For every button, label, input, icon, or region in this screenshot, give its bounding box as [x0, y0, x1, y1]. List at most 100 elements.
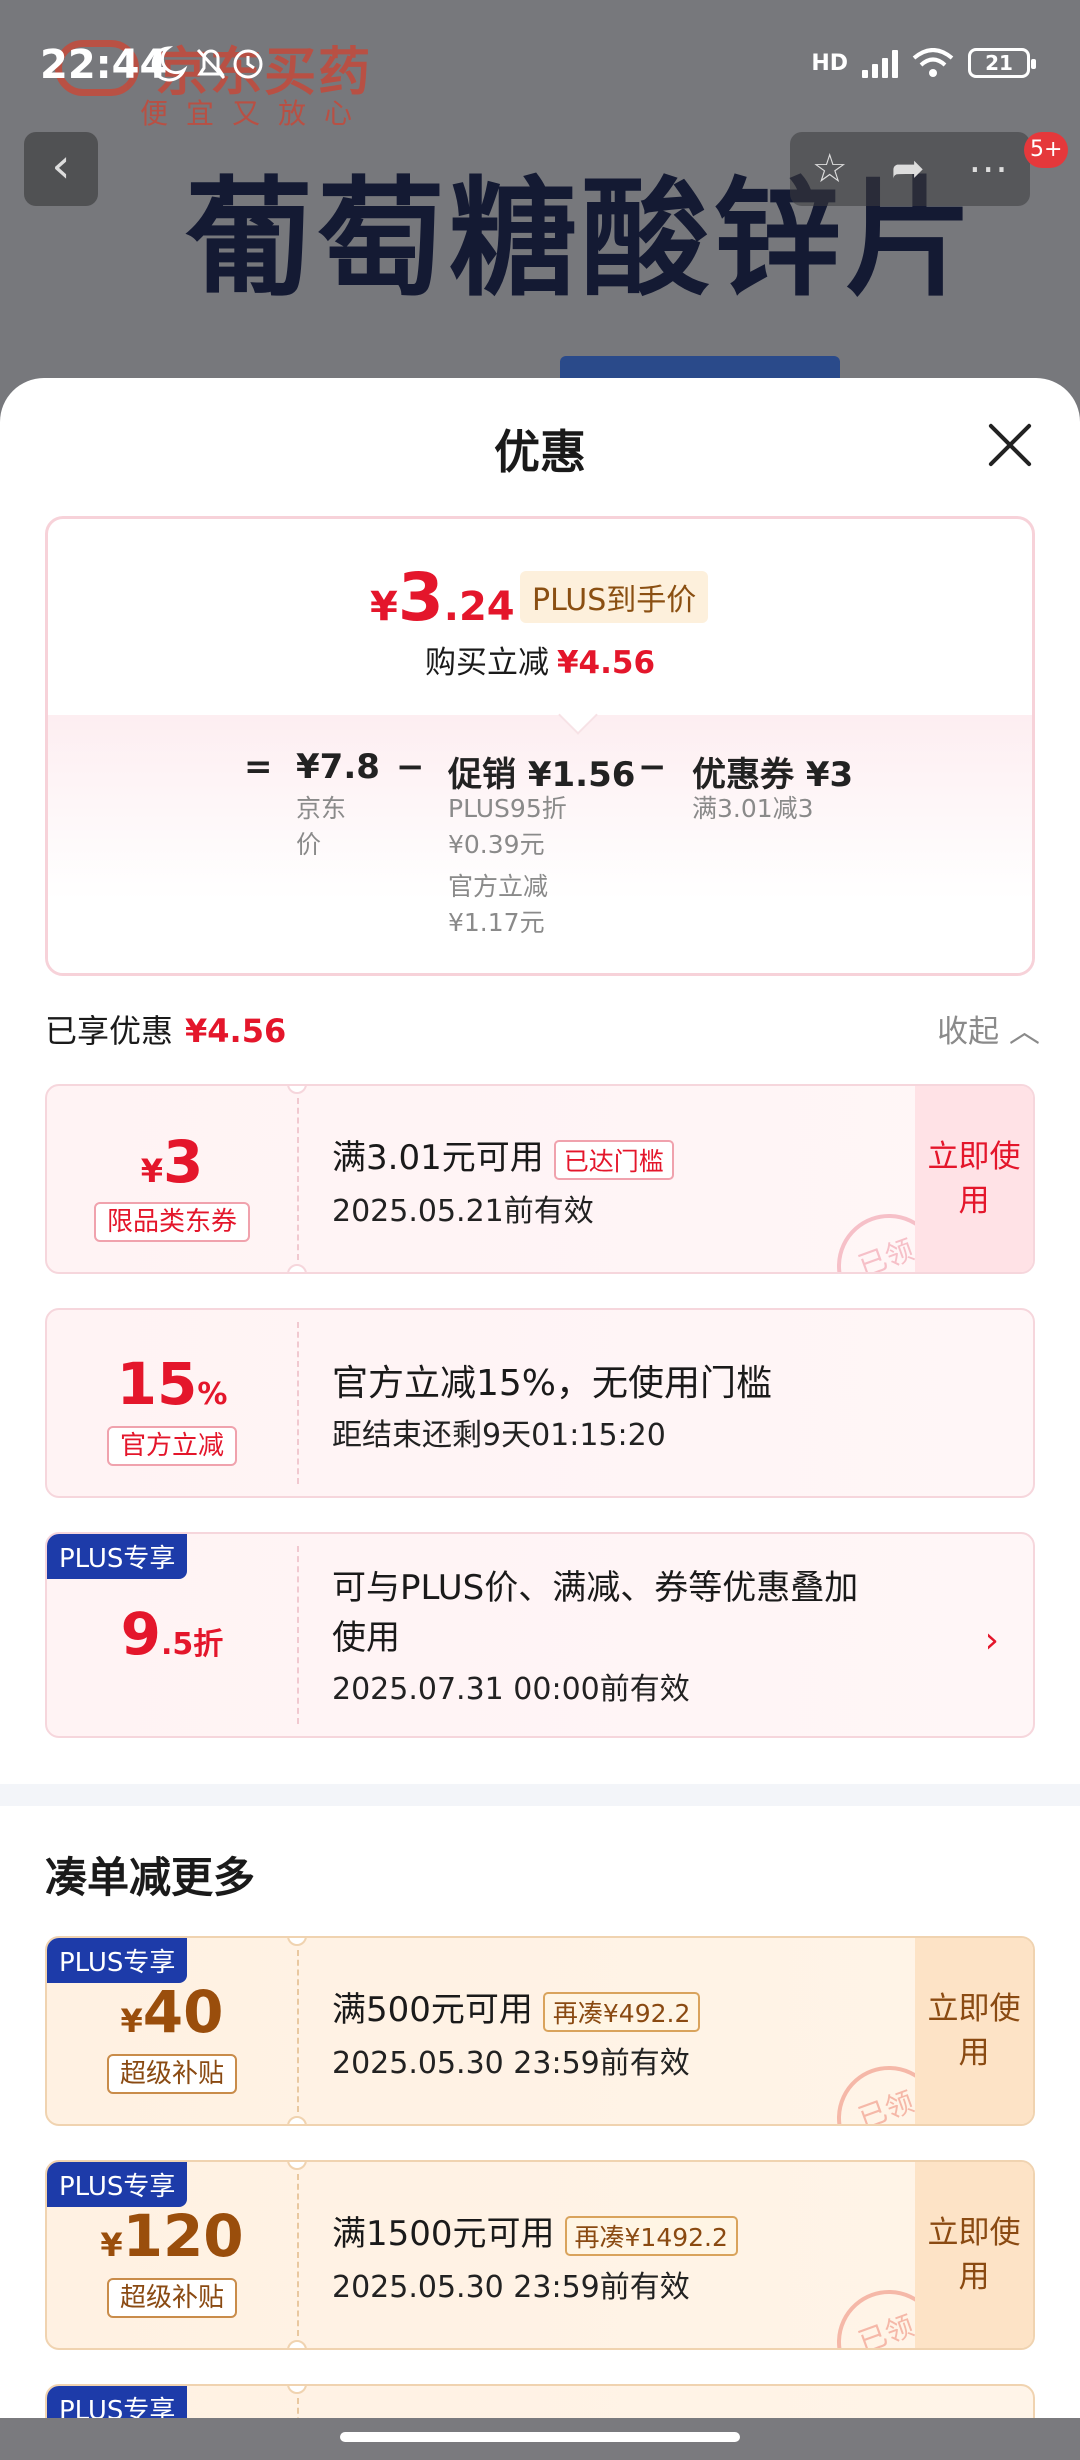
- discount-countdown: 距结束还剩9天01:15:20: [332, 1418, 666, 1453]
- share-icon[interactable]: ➦: [891, 146, 925, 192]
- threshold-badge: 已达门槛: [553, 1139, 674, 1180]
- wifi-icon: [912, 48, 954, 77]
- plus-description-line2: 使用: [332, 1618, 400, 1658]
- base-price-label-1: 京东: [296, 794, 347, 823]
- promo-detail-2: ¥0.39元: [448, 830, 545, 859]
- coupon-type-tag: 限品类东券: [94, 1202, 250, 1242]
- plus-discount-unit: .5折: [161, 1627, 224, 1662]
- coupon-type-tag: 超级补贴: [107, 2278, 237, 2318]
- price-breakdown-card: ¥3.24 PLUS到手价 购买立减 ¥4.56 = ¥7.8 京东 价 − 促销…: [45, 516, 1035, 976]
- coupon-condition-text: 满500元可用: [332, 1990, 533, 2030]
- coupon-card-official: 15% 官方立减 官方立减15%，无使用门槛 距结束还剩9天01:15:20: [45, 1308, 1035, 1498]
- add-more-badge: 再凑¥492.2: [542, 1991, 701, 2032]
- coupon-notch: [287, 2386, 307, 2394]
- collapse-button[interactable]: 收起 ︿: [937, 1006, 1040, 1051]
- coupon-divider: [297, 1322, 299, 1484]
- coupon-condition: 满1500元可用 再凑¥1492.2: [332, 2206, 738, 2256]
- enjoyed-discount: 已享优惠 ¥4.56: [45, 1006, 286, 1052]
- price-currency: ¥: [370, 584, 398, 630]
- subsidy-coupon-120[interactable]: PLUS专享 ¥120 超级补贴 满1500元可用 再凑¥1492.2 2025.…: [45, 2160, 1035, 2350]
- use-now-button[interactable]: 立即使用: [915, 2162, 1033, 2348]
- plus-discount-card[interactable]: PLUS专享 9.5折 可与PLUS价、满减、券等优惠叠加 使用 2025.07…: [45, 1532, 1035, 1738]
- coupon-notch: [287, 1938, 307, 1946]
- reduction-label: 购买立减: [424, 645, 549, 681]
- price-integer: 3: [397, 559, 444, 636]
- coupon-amount-value: 3: [162, 1128, 204, 1196]
- home-indicator[interactable]: [340, 2432, 740, 2442]
- more-icon[interactable]: ⋯: [968, 146, 1008, 192]
- coupon-currency: ¥: [100, 2226, 123, 2264]
- collapse-label: 收起: [937, 1014, 1000, 1050]
- final-price: ¥3.24: [370, 559, 515, 636]
- price-decimal: .24: [443, 584, 515, 630]
- coupon-amount: 优惠券 ¥3: [692, 755, 854, 795]
- coupon-validity: 2025.05.21前有效: [332, 1194, 594, 1229]
- status-right-group: HD 21: [811, 48, 1036, 78]
- minus-sign: −: [396, 747, 425, 787]
- status-time: 22:44: [40, 42, 168, 88]
- plus-discount-number: 9: [120, 1600, 162, 1668]
- discount-unit: %: [197, 1377, 228, 1412]
- coupon-value: ¥120: [47, 2202, 297, 2270]
- coupon-notch: [287, 2340, 307, 2348]
- coupon-currency: ¥: [140, 1152, 163, 1190]
- signal-icon: [862, 48, 898, 78]
- plus-exclusive-badge: PLUS专享: [47, 1534, 188, 1579]
- plus-exclusive-badge: PLUS专享: [47, 1938, 188, 1983]
- minus-sign-2: −: [638, 747, 667, 787]
- nav-action-group: ☆ ➦ ⋯: [790, 132, 1030, 206]
- coupon-detail: 满3.01减3: [692, 794, 814, 823]
- chevron-right-icon[interactable]: ›: [985, 1620, 999, 1661]
- plus-discount-value: 9.5折: [47, 1600, 297, 1668]
- use-now-button[interactable]: 立即使用: [915, 1086, 1033, 1272]
- back-button[interactable]: ‹: [24, 132, 98, 206]
- message-badge: 5+: [1024, 132, 1069, 168]
- use-now-button[interactable]: 立即使用: [915, 1938, 1033, 2124]
- coupon-card-jd[interactable]: ¥3 限品类东券 满3.01元可用 已达门槛 2025.05.21前有效 已领 立…: [45, 1084, 1035, 1274]
- star-icon[interactable]: ☆: [812, 146, 848, 192]
- enjoyed-amount: ¥4.56: [185, 1012, 287, 1050]
- coupon-condition-text: 满1500元可用: [332, 2214, 555, 2254]
- status-notification-icons: [150, 44, 270, 93]
- promo-detail-4: ¥1.17元: [448, 908, 545, 937]
- discount-number: 15: [116, 1350, 198, 1418]
- coupon-validity: 2025.05.30 23:59前有效: [332, 2046, 690, 2081]
- coupon-amount-value: 40: [142, 1978, 224, 2046]
- discount-description: 官方立减15%，无使用门槛: [332, 1363, 773, 1404]
- coupon-condition-text: 满3.01元可用: [332, 1138, 544, 1178]
- discount-type-tag: 官方立减: [107, 1426, 237, 1466]
- moon-icon: [151, 46, 263, 82]
- chevron-up-icon: ︿: [1009, 1014, 1040, 1050]
- coupon-notch: [287, 1086, 307, 1094]
- sheet-title: 优惠: [494, 425, 586, 479]
- base-price-label-2: 价: [296, 830, 322, 859]
- network-type: HD: [811, 50, 848, 76]
- subsidy-coupon-40[interactable]: PLUS专享 ¥40 超级补贴 满500元可用 再凑¥492.2 2025.05.…: [45, 1936, 1035, 2126]
- section-separator: [0, 1784, 1080, 1806]
- section-title: 凑单减更多: [45, 1853, 256, 1902]
- equals-sign: =: [244, 747, 273, 787]
- discount-sheet: 优惠 ¥3.24 PLUS到手价 购买立减 ¥4.56 = ¥7.8 京东 价 −…: [0, 378, 1080, 2424]
- coupon-condition: 满500元可用 再凑¥492.2: [332, 1982, 701, 2032]
- coupon-notch: [287, 2116, 307, 2124]
- coupon-validity: 2025.05.30 23:59前有效: [332, 2270, 690, 2305]
- coupon-divider: [297, 1950, 299, 2112]
- close-icon[interactable]: [986, 420, 1034, 468]
- discount-value: 15%: [47, 1350, 297, 1418]
- coupon-divider: [297, 1546, 299, 1724]
- plus-exclusive-badge: PLUS专享: [47, 2162, 188, 2207]
- reduction-amount: ¥4.56: [556, 645, 656, 681]
- coupon-notch: [287, 1264, 307, 1272]
- coupon-currency: ¥: [120, 2002, 143, 2040]
- back-icon: ‹: [51, 138, 71, 194]
- promo-amount: 促销 ¥1.56: [448, 755, 636, 795]
- status-bar: 22:44 HD 21: [0, 0, 1080, 130]
- plus-description-line1: 可与PLUS价、满减、券等优惠叠加: [332, 1568, 859, 1608]
- battery-icon: 21: [968, 48, 1036, 78]
- plus-price-tag: PLUS到手价: [520, 571, 709, 623]
- plus-validity: 2025.07.31 00:00前有效: [332, 1672, 690, 1707]
- coupon-value: ¥3: [47, 1128, 297, 1196]
- promo-detail-1: PLUS95折: [448, 794, 567, 823]
- promo-detail-3: 官方立减: [448, 872, 549, 901]
- enjoyed-label: 已享优惠: [45, 1012, 174, 1050]
